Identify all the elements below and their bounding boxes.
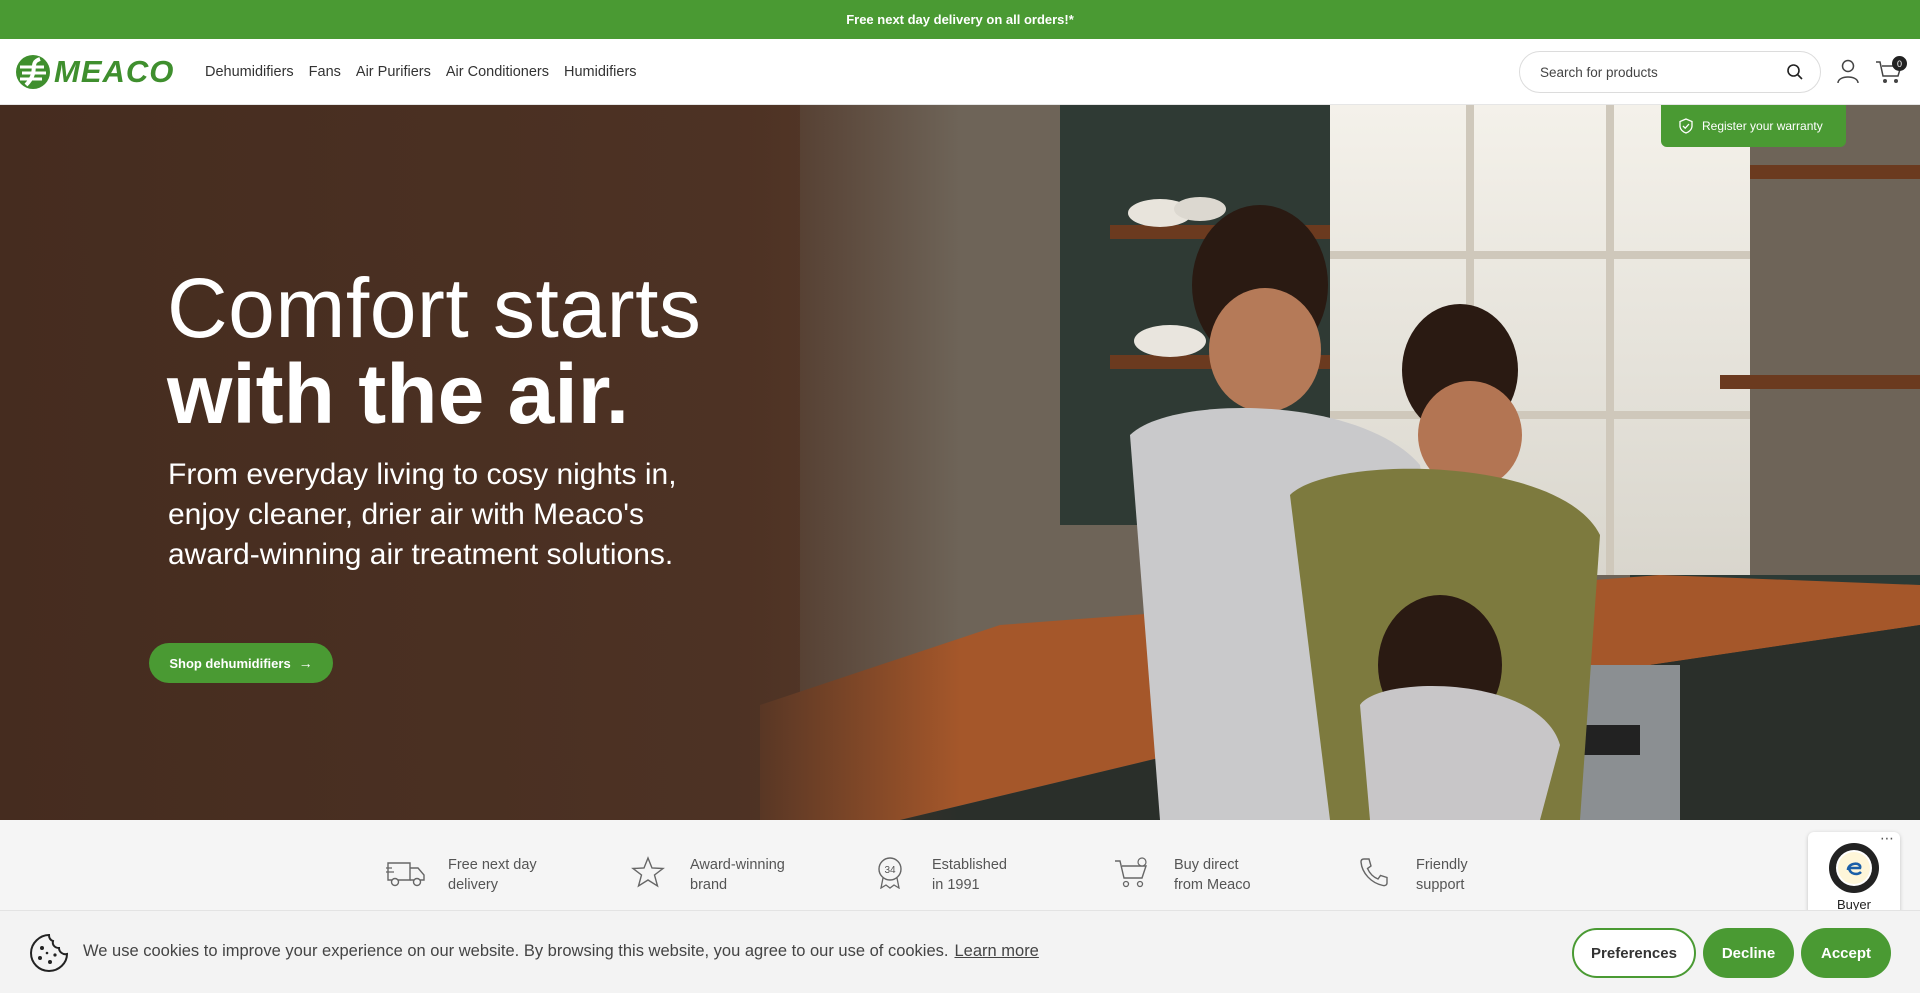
preferences-button[interactable]: Preferences	[1572, 928, 1696, 978]
search-box	[1519, 51, 1821, 93]
logo[interactable]: MEACO	[14, 53, 176, 91]
arrow-right-icon: →	[298, 655, 313, 671]
usp-text: Friendly support	[1416, 857, 1468, 893]
usp-text: Free next day delivery	[448, 857, 537, 893]
announcement-text: Free next day delivery on all orders!*	[846, 12, 1074, 27]
main-nav: Dehumidifiers Fans Air Purifiers Air Con…	[205, 39, 652, 105]
usp-award: Award-winning brand	[628, 855, 785, 895]
shop-dehumidifiers-button[interactable]: Shop dehumidifiers →	[149, 643, 333, 683]
nav-fans[interactable]: Fans	[309, 64, 341, 80]
trusted-seal-icon	[1829, 843, 1879, 893]
usp-support: Friendly support	[1354, 855, 1468, 895]
learn-more-link[interactable]: Learn more	[954, 942, 1038, 960]
logo-mark-icon	[16, 55, 50, 89]
truck-icon	[386, 862, 425, 887]
cookie-banner: We use cookies to improve your experienc…	[0, 910, 1920, 993]
shield-check-icon	[1679, 118, 1693, 134]
register-warranty-button[interactable]: Register your warranty	[1661, 105, 1846, 147]
cookie-message: We use cookies to improve your experienc…	[83, 942, 1039, 960]
announcement-bar: Free next day delivery on all orders!*	[0, 0, 1920, 39]
logo-text: MEACO	[54, 54, 175, 89]
star-icon	[631, 856, 665, 888]
nav-humidifiers[interactable]: Humidifiers	[564, 64, 637, 80]
cart-icon	[1115, 857, 1147, 888]
account-icon[interactable]	[1836, 58, 1860, 84]
warranty-label: Register your warranty	[1702, 119, 1823, 133]
cart-button[interactable]: 0	[1874, 56, 1908, 86]
anniversary-badge-icon: 34	[878, 857, 902, 889]
hero-subtitle: From everyday living to cosy nights in, …	[168, 458, 677, 571]
usp-established: 34 Established in 1991	[870, 855, 1007, 895]
usp-text: Buy direct from Meaco	[1174, 857, 1251, 893]
hero-title: Comfort starts with the air.	[167, 265, 701, 437]
usp-text: Award-winning brand	[690, 857, 785, 893]
search-icon[interactable]	[1786, 63, 1804, 81]
hero-title-line2: with the air.	[167, 347, 630, 441]
usp-text: Established in 1991	[932, 857, 1007, 893]
hero-banner: Register your warranty Comfort starts wi…	[0, 105, 1920, 820]
search-input[interactable]	[1540, 64, 1786, 80]
nav-dehumidifiers[interactable]: Dehumidifiers	[205, 64, 294, 80]
more-options-icon[interactable]: ⋯	[1880, 830, 1894, 847]
cart-count-badge: 0	[1892, 56, 1907, 71]
nav-air-conditioners[interactable]: Air Conditioners	[446, 64, 549, 80]
site-header: MEACO Dehumidifiers Fans Air Purifiers A…	[0, 39, 1920, 105]
cookie-icon	[29, 933, 69, 973]
cta-label: Shop dehumidifiers	[169, 655, 291, 671]
decline-button[interactable]: Decline	[1703, 928, 1794, 978]
hero-title-line1: Comfort starts	[167, 261, 702, 355]
usp-buy-direct: Buy direct from Meaco	[1112, 855, 1251, 895]
phone-icon	[1360, 858, 1388, 887]
nav-air-purifiers[interactable]: Air Purifiers	[356, 64, 431, 80]
usp-strip: Free next day delivery Award-winning brand…	[0, 820, 1920, 920]
usp-delivery: Free next day delivery	[386, 855, 537, 895]
anniversary-number: 34	[884, 865, 896, 876]
accept-button[interactable]: Accept	[1801, 928, 1891, 978]
